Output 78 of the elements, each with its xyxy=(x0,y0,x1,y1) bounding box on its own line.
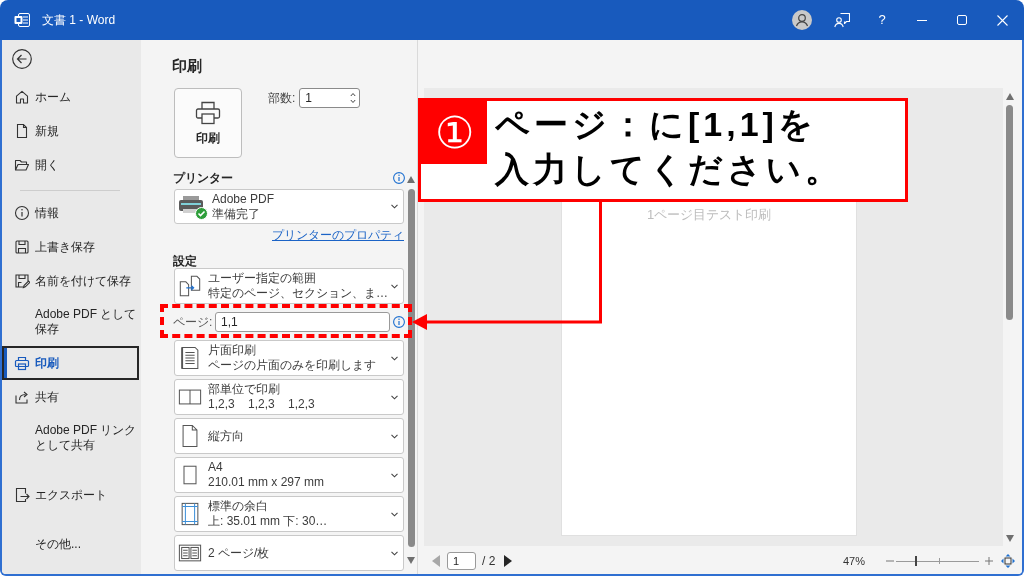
sidebar-item[interactable]: 上書き保存 xyxy=(2,230,139,264)
settings-dropdown[interactable]: 縦方向 xyxy=(174,418,404,454)
scroll-down-icon[interactable] xyxy=(407,557,415,564)
zoom-in-icon[interactable] xyxy=(985,557,993,565)
printer-properties-link[interactable]: プリンターのプロパティ xyxy=(272,228,404,243)
print-title: 印刷 xyxy=(172,56,202,76)
next-page-icon[interactable] xyxy=(504,555,513,567)
sidebar-item[interactable]: 印刷 xyxy=(2,346,139,380)
scrollbar-thumb[interactable] xyxy=(1006,105,1013,320)
scrollbar-thumb[interactable] xyxy=(407,189,415,547)
settings-dropdown[interactable]: 部単位で印刷 1,2,3 1,2,3 1,2,3 xyxy=(174,379,404,415)
sidebar-item[interactable]: その他... xyxy=(2,528,139,561)
scroll-up-icon[interactable] xyxy=(1005,93,1014,100)
minimize-icon xyxy=(917,19,927,21)
fit-page-icon[interactable] xyxy=(1001,554,1015,568)
scroll-up-icon[interactable] xyxy=(407,176,415,183)
sidebar-item[interactable]: 新規 xyxy=(2,114,139,148)
app-icon xyxy=(14,12,30,28)
chevron-down-icon xyxy=(391,550,398,556)
settings-dropdown[interactable]: ユーザー指定の範囲 特定のページ、セクション、ま… xyxy=(174,268,404,304)
info-icon[interactable] xyxy=(393,172,405,184)
sidebar-item[interactable]: エクスポート xyxy=(2,478,139,512)
print-button[interactable]: 印刷 xyxy=(174,88,242,158)
tick-mark-icon xyxy=(939,558,941,564)
step-number-badge: ① xyxy=(421,101,487,164)
window-title: 文書 1 - Word xyxy=(42,12,116,29)
maximize-icon xyxy=(957,15,967,25)
chevron-down-icon xyxy=(391,283,398,289)
callout-text: ページ：に[1,1]を入力してください。 xyxy=(495,104,844,190)
feedback-icon xyxy=(834,12,850,28)
settings-dropdown[interactable]: 標準の余白 上: 35.01 mm 下: 30… xyxy=(174,496,404,532)
copies-field[interactable]: 1 xyxy=(299,88,361,108)
folder-icon xyxy=(14,157,30,173)
save-as-icon xyxy=(14,273,30,289)
sidebar-item[interactable]: 名前を付けて保存 xyxy=(2,264,139,298)
chevron-down-icon xyxy=(391,433,398,439)
document-icon xyxy=(14,123,30,139)
zoom-slider-thumb[interactable] xyxy=(914,556,917,566)
printer-icon xyxy=(14,355,30,371)
share-icon xyxy=(14,389,30,405)
page-number-field[interactable]: 1 xyxy=(447,552,476,570)
sidebar-item[interactable]: 情報 xyxy=(2,196,139,230)
back-icon xyxy=(12,49,32,69)
settings-dropdown[interactable]: 2 ページ/枚 xyxy=(174,535,404,571)
spin-arrows-icon[interactable] xyxy=(350,92,357,104)
save-icon xyxy=(14,239,30,255)
printer-heading: プリンター xyxy=(173,170,233,187)
close-icon xyxy=(996,14,1008,26)
documents-arrow-icon xyxy=(178,274,202,298)
chevron-down-icon xyxy=(391,472,398,478)
page-count-text: / 2 xyxy=(482,553,496,570)
scroll-down-icon[interactable] xyxy=(1005,535,1014,542)
sidebar-item[interactable]: 開く xyxy=(2,148,139,182)
chevron-down-icon xyxy=(391,511,398,517)
sidebar-item[interactable]: Adobe PDF リンクとして共有 xyxy=(2,414,139,462)
settings-heading: 設定 xyxy=(173,253,197,268)
sidebar-item[interactable]: ホーム xyxy=(2,80,139,114)
export-icon xyxy=(14,487,30,503)
info-icon xyxy=(14,205,30,221)
avatar-icon xyxy=(792,10,812,30)
pages-field[interactable]: 1,1 xyxy=(215,312,390,332)
zoom-slider[interactable] xyxy=(896,556,979,566)
sidebar-item[interactable]: 共有 xyxy=(2,380,139,414)
printer-dropdown[interactable]: Adobe PDF 準備完了 xyxy=(174,189,404,224)
copies-label: 部数: xyxy=(268,91,296,105)
help-button[interactable]: ? xyxy=(862,0,902,40)
settings-dropdown[interactable]: 片面印刷 ページの片面のみを印刷します xyxy=(174,340,404,376)
settings-dropdown[interactable]: A4 210.01 mm x 297 mm xyxy=(174,457,404,493)
pages-label: ページ: xyxy=(173,314,214,331)
sidebar-item[interactable]: Adobe PDF として保存 xyxy=(2,298,139,346)
back-button[interactable] xyxy=(12,49,32,69)
info-icon[interactable] xyxy=(393,316,405,328)
chevron-down-icon xyxy=(391,204,398,209)
home-icon xyxy=(14,89,30,105)
zoom-percent-text: 47% xyxy=(842,553,865,569)
chevron-down-icon xyxy=(391,394,398,400)
printer-icon xyxy=(195,101,221,125)
chevron-down-icon xyxy=(391,355,398,361)
